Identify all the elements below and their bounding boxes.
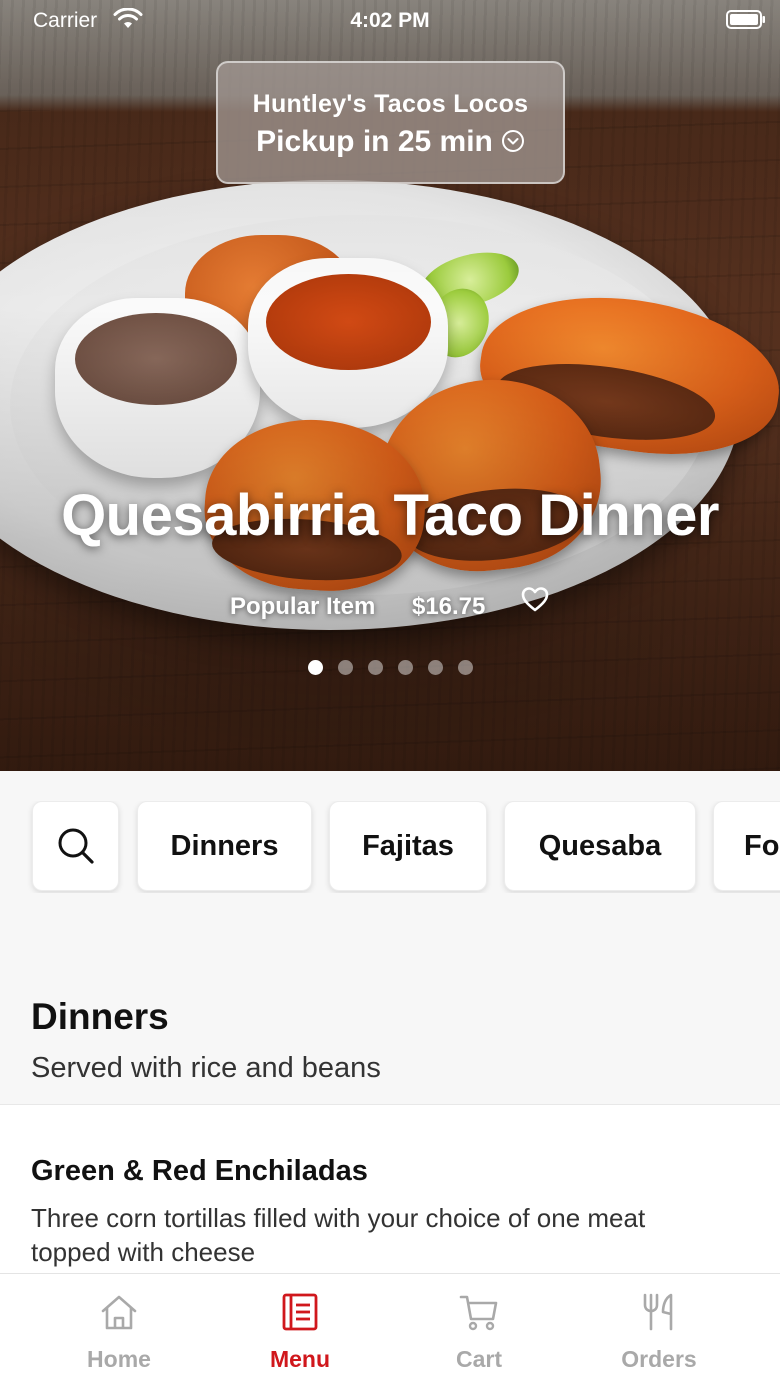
pickup-selector[interactable]: Huntley's Tacos Locos Pickup in 25 min (216, 61, 565, 184)
category-chips: Dinners Fajitas Quesaba Fo (0, 801, 780, 893)
tab-orders[interactable]: Orders (569, 1274, 749, 1387)
home-icon (101, 1295, 137, 1330)
carousel-dot[interactable] (457, 660, 473, 675)
tab-label: Orders (621, 1346, 697, 1372)
heart-icon[interactable] (520, 585, 550, 613)
search-button[interactable] (32, 801, 119, 891)
category-chip-dinners[interactable]: Dinners (137, 801, 312, 891)
pickup-time: Pickup in 25 min (218, 125, 563, 159)
category-chip-more[interactable]: Fo (713, 801, 780, 891)
fork-knife-icon (643, 1293, 673, 1331)
section-title: Dinners (31, 996, 169, 1037)
popular-tag: Popular Item (229, 592, 376, 620)
status-bar: Carrier 4:02 PM (0, 0, 780, 40)
featured-item-price: $16.75 (411, 592, 486, 620)
menu-item[interactable]: Green & Red Enchiladas Three corn tortil… (0, 1104, 780, 1274)
section-header: Dinners Served with rice and beans (0, 960, 780, 1104)
search-icon (58, 828, 94, 864)
carousel-dot[interactable] (427, 660, 443, 675)
carousel-dot[interactable] (307, 660, 323, 675)
tab-cart[interactable]: Cart (389, 1274, 569, 1387)
section-subtitle: Served with rice and beans (31, 1052, 381, 1084)
chevron-down-circle-icon (501, 130, 524, 152)
category-chip-fajitas[interactable]: Fajitas (329, 801, 487, 891)
menu-item-description: Three corn tortillas filled with your ch… (31, 1203, 646, 1267)
cart-icon (459, 1295, 498, 1331)
carousel-dot[interactable] (337, 660, 353, 675)
category-chip-quesabirria[interactable]: Quesaba (504, 801, 696, 891)
menu-item-name: Green & Red Enchiladas (31, 1155, 368, 1187)
pickup-time-label: Pickup in 25 min (256, 125, 493, 158)
carousel-dot[interactable] (397, 660, 413, 675)
tab-bar: Home Menu Cart Orders (0, 1273, 780, 1387)
tab-label: Menu (269, 1346, 331, 1372)
carousel-dot[interactable] (367, 660, 383, 675)
featured-item-title[interactable]: Quesabirria Taco Dinner (0, 482, 780, 549)
tab-home[interactable]: Home (29, 1274, 209, 1387)
clock: 4:02 PM (350, 9, 430, 32)
carousel-dots (0, 660, 780, 675)
battery-icon (726, 10, 765, 29)
tab-menu[interactable]: Menu (210, 1274, 390, 1387)
tab-label: Home (87, 1346, 151, 1372)
restaurant-name: Huntley's Tacos Locos (252, 90, 529, 118)
tab-label: Cart (455, 1346, 502, 1372)
menu-icon (282, 1293, 318, 1331)
featured-item-meta: Popular Item $16.75 (0, 585, 780, 621)
